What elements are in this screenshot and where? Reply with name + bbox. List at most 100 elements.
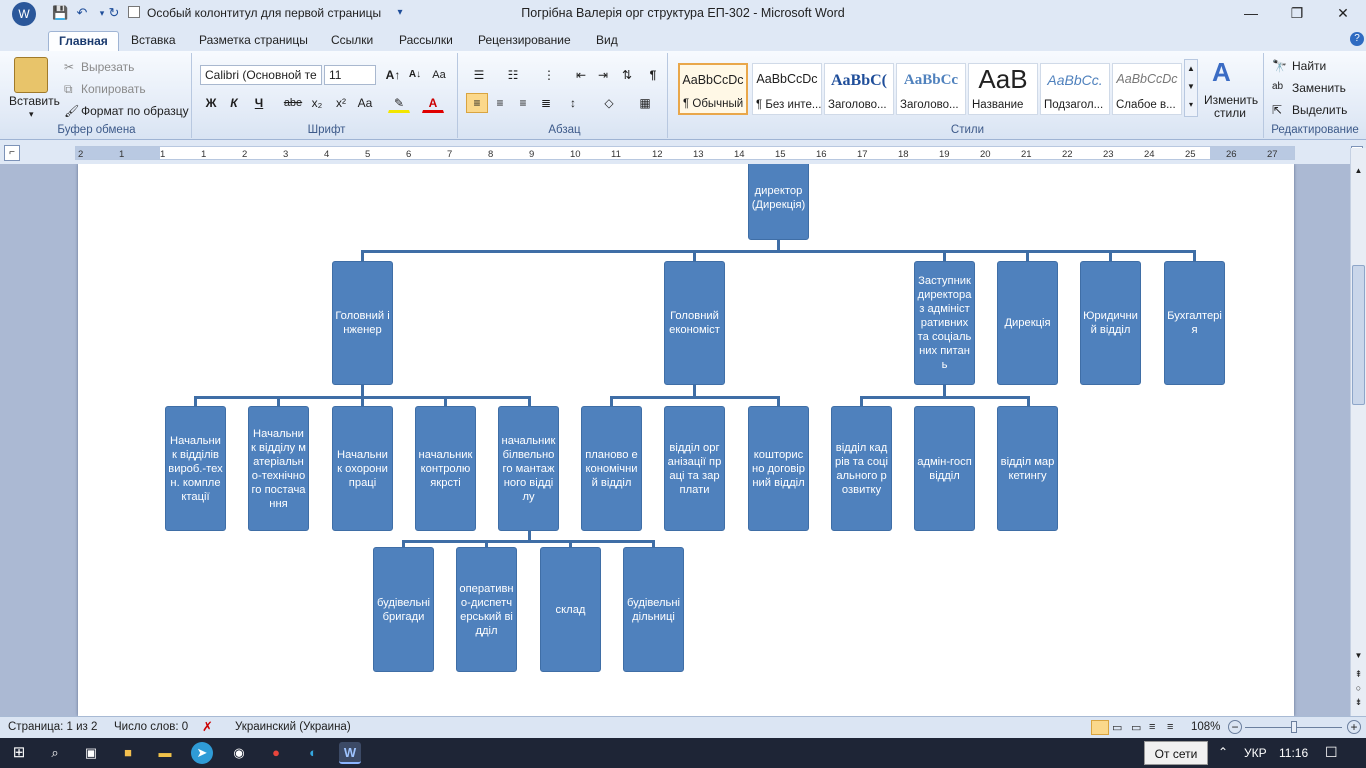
zoom-level[interactable]: 108%: [1191, 721, 1220, 733]
replace-button[interactable]: Заменить: [1292, 81, 1346, 95]
store-icon[interactable]: ■: [117, 742, 139, 764]
org-node-deputy-dept[interactable]: відділ маркетингу: [997, 406, 1058, 531]
shrink-font-icon[interactable]: A↓: [404, 65, 426, 85]
select-icon[interactable]: ⇱: [1272, 103, 1282, 117]
org-node-directorate[interactable]: Дирекція: [997, 261, 1058, 385]
browse-object-icon[interactable]: ○: [1352, 683, 1365, 695]
paste-icon[interactable]: [14, 57, 48, 93]
font-color-icon[interactable]: A: [422, 93, 444, 113]
restore-icon[interactable]: ❐: [1274, 0, 1320, 27]
bold-button[interactable]: Ж: [200, 93, 222, 113]
proofing-icon[interactable]: ✗: [202, 719, 213, 735]
org-node-economist-dept[interactable]: відділ організації праці та зарплати: [664, 406, 725, 531]
bullets-icon[interactable]: ☰: [468, 65, 490, 85]
keyboard-language[interactable]: УКР: [1244, 746, 1267, 760]
reading-layout-icon[interactable]: ▭: [1112, 721, 1122, 734]
style-normal[interactable]: AaBbCcDc ¶ Обычный: [678, 63, 748, 115]
task-view-icon[interactable]: ▣: [80, 742, 102, 764]
windows-start-icon[interactable]: ⊞: [8, 742, 30, 764]
horizontal-ruler[interactable]: 2 1 1 1 2 3 4 5 6 7 8 9 10 11 12 13 14 15 16 17 18 19 20 21 22 23…: [75, 146, 1295, 160]
styles-scroll-icon[interactable]: ▲ ▼ ▾: [1184, 59, 1198, 117]
org-node-engineer-dept[interactable]: Начальник охорони праці: [332, 406, 393, 531]
next-page-icon[interactable]: ⇟: [1352, 697, 1365, 709]
style-subtle-emphasis[interactable]: AaBbCcDc Слабое в...: [1112, 63, 1182, 115]
edge-icon[interactable]: ◐: [302, 742, 324, 764]
align-right-icon[interactable]: ≡: [512, 93, 534, 113]
paste-dropdown-icon[interactable]: ▾: [29, 109, 34, 120]
org-node-chief-engineer[interactable]: Головний інженер: [332, 261, 393, 385]
scroll-down-icon[interactable]: ▼: [1352, 651, 1365, 663]
help-icon[interactable]: ?: [1350, 32, 1364, 46]
tab-references[interactable]: Ссылки: [321, 31, 383, 51]
paste-button[interactable]: Вставить: [9, 94, 60, 108]
print-layout-icon[interactable]: [1091, 720, 1109, 735]
sort-icon[interactable]: ⇅: [616, 65, 638, 85]
tab-home[interactable]: Главная: [48, 31, 119, 51]
style-no-spacing[interactable]: AaBbCcDc ¶ Без инте...: [752, 63, 822, 115]
increase-indent-icon[interactable]: ⇥: [592, 65, 614, 85]
org-node-construction-unit[interactable]: оперативно-диспетчерський відділ: [456, 547, 517, 672]
multilevel-list-icon[interactable]: ⋮: [538, 65, 560, 85]
italic-button[interactable]: К: [223, 93, 245, 113]
word-count[interactable]: Число слов: 0: [114, 721, 188, 733]
tab-mailings[interactable]: Рассылки: [389, 31, 463, 51]
zoom-slider-thumb[interactable]: [1291, 721, 1297, 733]
find-button[interactable]: Найти: [1292, 59, 1326, 73]
org-node-construction-unit[interactable]: склад: [540, 547, 601, 672]
decrease-indent-icon[interactable]: ⇤: [570, 65, 592, 85]
org-node-engineer-dept[interactable]: начальник білвельного мантажного відділу: [498, 406, 559, 531]
grow-font-icon[interactable]: A↑: [382, 65, 404, 85]
replace-icon[interactable]: ab: [1272, 81, 1283, 92]
font-name-combo[interactable]: Calibri (Основной те: [200, 65, 322, 85]
scroll-thumb[interactable]: [1352, 265, 1365, 405]
style-heading-1[interactable]: AaBbC( Заголово...: [824, 63, 894, 115]
style-title[interactable]: AaB Название: [968, 63, 1038, 115]
vertical-scrollbar[interactable]: ▲ ▼ ⇞ ○ ⇟: [1350, 148, 1366, 716]
align-left-icon[interactable]: ≡: [466, 93, 488, 113]
numbering-icon[interactable]: ☷: [502, 65, 524, 85]
org-node-accounting[interactable]: Бухгалтерія: [1164, 261, 1225, 385]
search-icon[interactable]: ⌕: [44, 742, 66, 764]
cut-button[interactable]: Вырезать: [81, 60, 134, 74]
select-button[interactable]: Выделить: [1292, 103, 1347, 117]
superscript-button[interactable]: x²: [330, 93, 352, 113]
format-painter-button[interactable]: Формат по образцу: [81, 104, 189, 118]
cut-icon[interactable]: ✂: [64, 60, 74, 74]
scroll-up-icon[interactable]: ▲: [1352, 166, 1365, 178]
style-subtitle[interactable]: AaBbCc. Подзагол...: [1040, 63, 1110, 115]
org-node-legal[interactable]: Юридичний відділ: [1080, 261, 1141, 385]
justify-icon[interactable]: ≣: [535, 93, 557, 113]
minimize-icon[interactable]: —: [1228, 0, 1274, 27]
org-node-economist-dept[interactable]: кошторисно договірний відділ: [748, 406, 809, 531]
org-node-director[interactable]: директор (Дирекція): [748, 164, 809, 240]
prev-page-icon[interactable]: ⇞: [1352, 669, 1365, 681]
chrome-icon[interactable]: ●: [265, 742, 287, 764]
tab-page-layout[interactable]: Разметка страницы: [189, 31, 318, 51]
zoom-out-icon[interactable]: −: [1228, 720, 1242, 734]
web-layout-icon[interactable]: ▭: [1131, 721, 1141, 734]
org-node-economist-dept[interactable]: планово економічний відділ: [581, 406, 642, 531]
language-indicator[interactable]: Украинский (Украина): [235, 721, 351, 733]
strikethrough-button[interactable]: abe: [282, 93, 304, 113]
org-node-construction-unit[interactable]: будівельні бригади: [373, 547, 434, 672]
change-case-button[interactable]: Aa: [354, 93, 376, 113]
tab-review[interactable]: Рецензирование: [468, 31, 581, 51]
highlight-icon[interactable]: ✎: [388, 93, 410, 113]
find-icon[interactable]: 🔭: [1272, 59, 1287, 73]
org-node-construction-unit[interactable]: будівельні дільниці: [623, 547, 684, 672]
clear-format-icon[interactable]: Aa: [428, 65, 450, 85]
line-spacing-icon[interactable]: ↕: [562, 93, 584, 113]
zoom-in-icon[interactable]: +: [1347, 720, 1361, 734]
format-painter-icon[interactable]: 🖌: [64, 104, 79, 118]
tray-chevron-icon[interactable]: ⌃: [1218, 745, 1228, 759]
org-node-deputy-dept[interactable]: відділ кадрів та соціального розвитку: [831, 406, 892, 531]
org-node-engineer-dept[interactable]: начальник контролю якрсті: [415, 406, 476, 531]
borders-icon[interactable]: ▦: [634, 93, 656, 113]
draft-view-icon[interactable]: ≡: [1167, 721, 1173, 733]
media-player-icon[interactable]: ◉: [228, 742, 250, 764]
show-marks-icon[interactable]: ¶: [642, 65, 664, 85]
org-node-engineer-dept[interactable]: Начальник відділів вироб.-техн. комплект…: [165, 406, 226, 531]
org-node-deputy-director[interactable]: Заступник директора з адміністративних т…: [914, 261, 975, 385]
underline-button[interactable]: Ч: [248, 93, 270, 113]
style-heading-2[interactable]: AaBbCc Заголово...: [896, 63, 966, 115]
